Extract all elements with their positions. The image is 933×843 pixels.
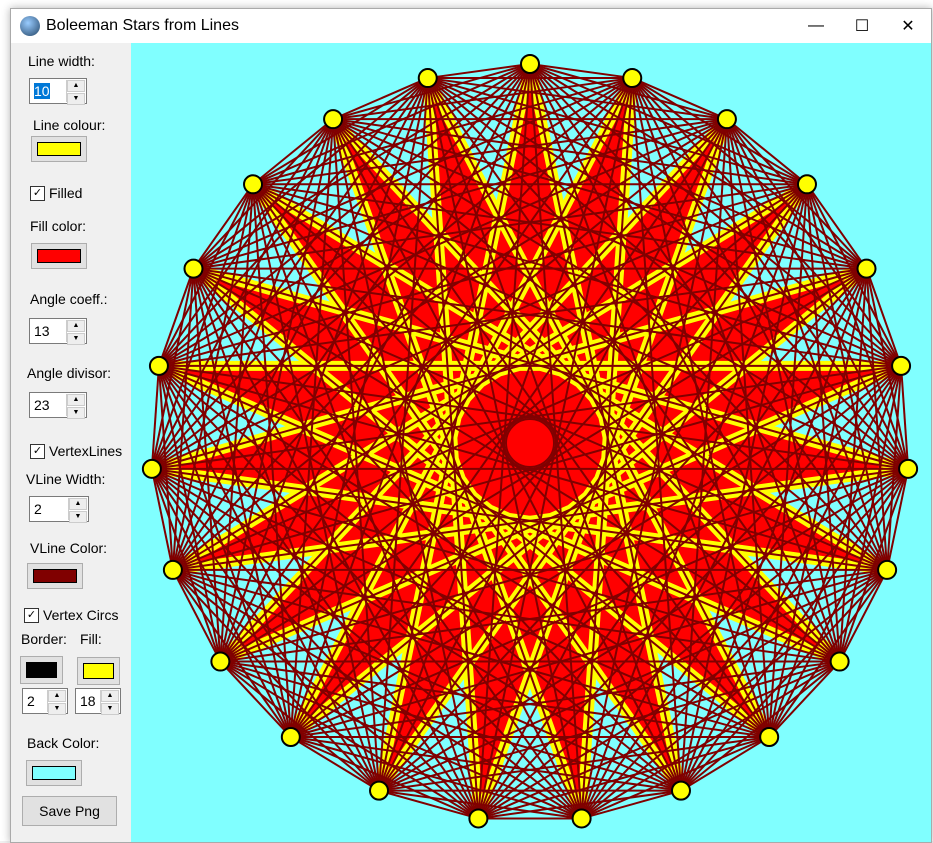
vertex-circle [369,780,390,801]
vertex-circle [829,651,850,672]
down-arrow-icon[interactable]: ▼ [67,407,85,419]
save-png-button[interactable]: Save Png [22,796,117,826]
vline-color-swatch [33,569,77,583]
line-colour-button[interactable] [31,136,87,162]
angle-coeff-label: Angle coeff.: [30,291,108,307]
down-arrow-icon[interactable]: ▼ [67,93,85,105]
line-width-value[interactable]: 10 [34,83,50,99]
up-arrow-icon[interactable]: ▲ [67,394,85,406]
star-canvas [131,43,931,842]
down-arrow-icon[interactable]: ▼ [67,333,85,345]
fill-color-button[interactable] [31,243,87,269]
up-arrow-icon[interactable]: ▲ [69,498,87,510]
vertex-circle [148,355,169,376]
controls-panel: Line width: 10 ▲ ▼ Line colour: ✓ Filled Fi… [11,43,132,842]
filled-checkbox[interactable]: ✓ Filled [30,185,82,201]
border-width-spinner[interactable]: 2 ▲ ▼ [22,688,68,715]
vertex-circle [183,258,204,279]
vertex-circle [571,808,592,829]
check-icon: ✓ [24,607,39,623]
vertex-lines-checkbox[interactable]: ✓ VertexLines [30,443,122,459]
line-width-label: Line width: [28,53,95,69]
check-icon: ✓ [30,443,45,459]
vertex-circs-label: Vertex Circs [43,607,119,623]
vertex-circle [898,458,919,479]
line-colour-swatch [37,142,81,156]
vertex-circle [622,68,643,89]
fill-label: Fill: [80,631,102,647]
filled-label: Filled [49,185,83,201]
fill-color-swatch [37,249,81,263]
vertex-circle [520,54,540,74]
vline-width-spinner[interactable]: 2 ▲ ▼ [29,496,89,523]
check-icon: ✓ [30,185,45,201]
vertex-circle [759,726,780,747]
down-arrow-icon[interactable]: ▼ [101,703,119,715]
angle-divisor-spinner[interactable]: 23 ▲ ▼ [29,392,87,419]
vertex-circle [162,559,183,580]
circle-size-spinner[interactable]: 18 ▲ ▼ [75,688,121,715]
window-title: Boleeman Stars from Lines [46,17,239,34]
vertex-circle [856,258,877,279]
border-label: Border: [21,631,67,647]
vline-width-value[interactable]: 2 [34,501,42,517]
vertex-circle [670,780,691,801]
angle-coeff-spinner[interactable]: 13 ▲ ▼ [29,318,87,345]
border-color-button[interactable] [20,656,63,684]
vertex-circle [243,174,264,195]
vertex-circle [877,559,898,580]
vertex-circle [417,68,438,89]
vline-width-label: VLine Width: [26,471,106,487]
up-arrow-icon[interactable]: ▲ [101,690,119,702]
minimize-button[interactable]: — [793,9,839,43]
maximize-button[interactable]: ☐ [839,9,885,43]
line-width-spinner[interactable]: 10 ▲ ▼ [29,78,87,105]
vertex-circle [141,458,162,479]
down-arrow-icon[interactable]: ▼ [48,703,66,715]
angle-divisor-value[interactable]: 23 [34,397,50,413]
center-circle [505,418,555,468]
vertex-circle [468,808,489,829]
line-colour-label: Line colour: [33,117,106,133]
fill-color-label: Fill color: [30,218,87,234]
close-button[interactable]: ✕ [885,9,931,43]
up-arrow-icon[interactable]: ▲ [48,690,66,702]
vertex-circs-checkbox[interactable]: ✓ Vertex Circs [24,607,118,623]
border-color-swatch [26,662,57,678]
angle-coeff-value[interactable]: 13 [34,323,50,339]
circle-fill-swatch [83,663,114,679]
vertex-circle [280,726,301,747]
vertex-circle [891,355,912,376]
vertex-circle [323,109,344,130]
down-arrow-icon[interactable]: ▼ [69,511,87,523]
back-color-swatch [32,766,76,780]
vertex-circle [716,109,737,130]
circle-fill-button[interactable] [77,657,120,685]
angle-divisor-label: Angle divisor: [27,365,112,381]
title-bar: Boleeman Stars from Lines — ☐ ✕ [11,9,931,43]
back-color-button[interactable] [26,760,82,786]
app-window: Boleeman Stars from Lines — ☐ ✕ Line wid… [10,8,932,843]
up-arrow-icon[interactable]: ▲ [67,320,85,332]
border-width-value[interactable]: 2 [27,693,35,709]
paw-app-icon [20,16,40,36]
back-color-label: Back Color: [27,735,100,751]
vline-color-button[interactable] [27,563,83,589]
vertex-circle [796,174,817,195]
up-arrow-icon[interactable]: ▲ [67,80,85,92]
vertex-lines-label: VertexLines [49,443,123,459]
circle-size-value[interactable]: 18 [80,693,96,709]
vline-color-label: VLine Color: [30,540,108,556]
vertex-circle [210,651,231,672]
